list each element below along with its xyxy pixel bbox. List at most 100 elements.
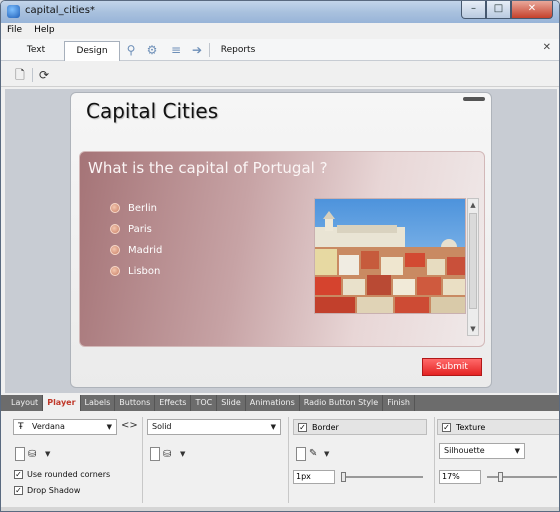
radio-button[interactable] (110, 266, 120, 276)
properties-panel: Ŧ Verdana ▼ <> ⛁ ▼ ✓ Use rounded corners… (1, 411, 559, 511)
texture-label: Texture (456, 422, 486, 432)
window-title: capital_cities* (25, 5, 95, 16)
scroll-down-icon[interactable]: ▼ (468, 323, 478, 335)
chevron-down-icon: ▼ (514, 447, 520, 455)
chevron-down-icon[interactable]: ▼ (45, 450, 50, 458)
font-column: Ŧ Verdana ▼ <> ⛁ ▼ ✓ Use rounded corners… (1, 417, 139, 509)
menu-file[interactable]: File (1, 23, 28, 39)
option-label: Lisbon (128, 265, 161, 277)
design-canvas: Capital Cities What is the capital of Po… (5, 89, 557, 393)
lisbon-photo (314, 198, 466, 314)
option-item[interactable]: Paris (110, 222, 152, 236)
font-color-swatch[interactable] (15, 447, 25, 461)
property-tab-animations[interactable]: Animations (246, 395, 300, 411)
tab-reports[interactable]: Reports (213, 41, 263, 61)
checkbox-box[interactable]: ✓ (14, 470, 23, 479)
menu-bar: File Help (1, 23, 559, 39)
property-tab-radio-button-style[interactable]: Radio Button Style (300, 395, 384, 411)
chevron-down-icon[interactable]: ▼ (324, 450, 329, 458)
chevron-down-icon: ▼ (106, 423, 112, 431)
secondary-toolbar: 🗋 ⟳ (1, 63, 559, 87)
border-slider-thumb[interactable] (341, 472, 346, 482)
slide-handle[interactable] (463, 97, 485, 101)
rounded-corners-label: Use rounded corners (27, 470, 111, 479)
texture-column: ✓ Texture Silhouette ▼ 17% (437, 417, 559, 509)
font-select-value: Verdana (32, 422, 65, 431)
search-icon[interactable]: ⚲ (122, 42, 140, 58)
code-brackets-icon[interactable]: <> (121, 420, 138, 431)
property-tab-effects[interactable]: Effects (155, 395, 192, 411)
close-button[interactable]: ✕ (511, 1, 553, 19)
border-width-slider[interactable] (341, 476, 423, 478)
scroll-up-icon[interactable]: ▲ (468, 199, 478, 211)
property-tab-finish[interactable]: Finish (383, 395, 415, 411)
radio-button[interactable] (110, 203, 120, 213)
paint-bucket-icon[interactable]: ⛁ (28, 449, 36, 460)
option-label: Berlin (128, 202, 158, 214)
close-document-icon[interactable]: ✕ (543, 42, 551, 53)
column-separator (434, 417, 435, 503)
chevron-down-icon: ▼ (270, 423, 276, 431)
tab-text[interactable]: Text (9, 41, 63, 61)
quiz-slide: Capital Cities What is the capital of Po… (70, 92, 492, 388)
status-bar (1, 507, 559, 511)
texture-checkbox[interactable]: ✓ (442, 422, 451, 432)
chevron-down-icon[interactable]: ▼ (180, 450, 185, 458)
property-tab-player[interactable]: Player (43, 395, 81, 411)
toolbar-separator (209, 43, 210, 57)
slide-title: Capital Cities (86, 99, 219, 123)
texture-opacity-field[interactable]: 17% (439, 470, 481, 484)
fill-color-swatch[interactable] (150, 447, 160, 461)
fill-column: Solid ▼ ⛁ ▼ (145, 417, 285, 509)
font-select[interactable]: Ŧ Verdana ▼ (13, 419, 117, 435)
texture-header[interactable]: ✓ Texture (437, 419, 559, 435)
scroll-thumb[interactable] (469, 213, 477, 309)
property-tab-labels[interactable]: Labels (81, 395, 116, 411)
question-text: What is the capital of Portugal ? (88, 159, 328, 177)
menu-help[interactable]: Help (28, 23, 61, 39)
border-width-field[interactable]: 1px (293, 470, 335, 484)
option-item[interactable]: Berlin (110, 201, 157, 215)
app-icon (7, 5, 20, 18)
option-item[interactable]: Lisbon (110, 264, 160, 278)
option-item[interactable]: Madrid (110, 243, 162, 257)
border-color-swatch[interactable] (296, 447, 306, 461)
texture-slider-thumb[interactable] (498, 472, 504, 482)
vertical-scrollbar[interactable]: ▲ ▼ (467, 198, 479, 336)
rounded-corners-checkbox[interactable]: ✓ Use rounded corners (14, 470, 110, 479)
drop-shadow-checkbox[interactable]: ✓ Drop Shadow (14, 486, 80, 495)
property-tab-buttons[interactable]: Buttons (115, 395, 156, 411)
submit-button[interactable]: Submit (422, 358, 482, 376)
property-tab-toc[interactable]: TOC (191, 395, 218, 411)
property-tab-layout[interactable]: Layout (7, 395, 44, 411)
texture-select[interactable]: Silhouette ▼ (439, 443, 525, 459)
border-header[interactable]: ✓ Border (293, 419, 427, 435)
border-checkbox[interactable]: ✓ (298, 422, 307, 432)
fill-style-select[interactable]: Solid ▼ (147, 419, 281, 435)
option-label: Paris (128, 223, 152, 235)
tab-design[interactable]: Design (64, 41, 120, 61)
column-separator (288, 417, 289, 503)
page-icon[interactable]: 🗋 (12, 67, 28, 83)
pen-icon[interactable]: ✎ (309, 448, 317, 459)
minimize-button[interactable]: – (461, 1, 486, 19)
forward-arrow-icon[interactable]: ➔ (188, 42, 206, 58)
zoom-settings-icon[interactable]: ⚙ (143, 42, 161, 58)
view-tabs-bar: Text Design ⚲ ⚙ ≡ ➔ Reports ✕ (1, 39, 559, 61)
border-column: ✓ Border ✎ ▼ 1px (291, 417, 431, 509)
radio-button[interactable] (110, 224, 120, 234)
title-bar: capital_cities* – □ ✕ (1, 1, 559, 23)
checkbox-box[interactable]: ✓ (14, 486, 23, 495)
paint-bucket-icon[interactable]: ⛁ (163, 449, 171, 460)
column-separator (142, 417, 143, 503)
font-type-icon: Ŧ (18, 422, 24, 432)
radio-button[interactable] (110, 245, 120, 255)
maximize-button[interactable]: □ (486, 1, 511, 19)
toolbar-separator (32, 68, 33, 82)
property-tab-slide[interactable]: Slide (217, 395, 246, 411)
insert-list-icon[interactable]: ≡ (167, 42, 185, 58)
texture-select-value: Silhouette (444, 446, 485, 455)
drop-shadow-label: Drop Shadow (27, 486, 81, 495)
refresh-icon[interactable]: ⟳ (36, 67, 52, 83)
app-window: capital_cities* – □ ✕ File Help Text Des… (0, 0, 560, 512)
